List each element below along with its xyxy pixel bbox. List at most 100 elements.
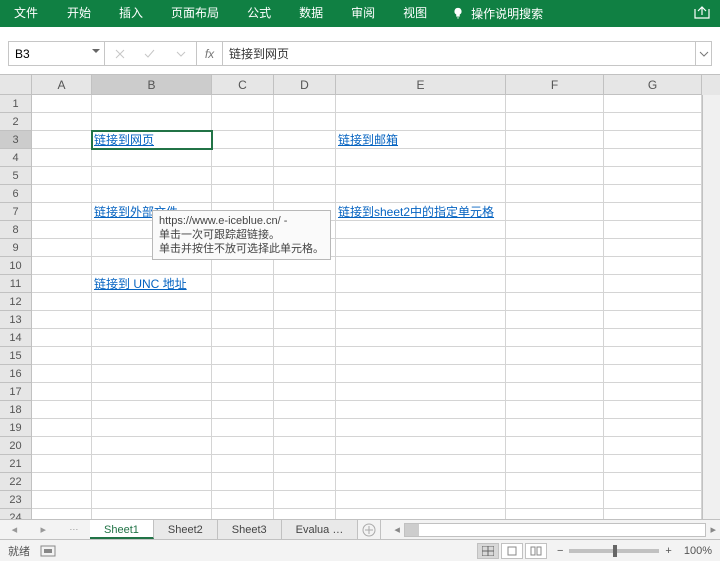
cell-G6[interactable]: [604, 185, 702, 203]
cell-G21[interactable]: [604, 455, 702, 473]
cell-F22[interactable]: [506, 473, 604, 491]
cell-G14[interactable]: [604, 329, 702, 347]
row-header[interactable]: 8: [0, 221, 32, 239]
cell-B2[interactable]: [92, 113, 212, 131]
cell-B22[interactable]: [92, 473, 212, 491]
cell-E24[interactable]: [336, 509, 506, 519]
cell-B1[interactable]: [92, 95, 212, 113]
cell-E11[interactable]: [336, 275, 506, 293]
ribbon-tab-数据[interactable]: 数据: [285, 0, 337, 27]
cell-F8[interactable]: [506, 221, 604, 239]
ribbon-tab-文件[interactable]: 文件: [0, 0, 52, 27]
column-header-A[interactable]: A: [32, 75, 92, 95]
cell-G15[interactable]: [604, 347, 702, 365]
sheet-tab-Evalua …[interactable]: Evalua …: [282, 520, 359, 539]
cell-C21[interactable]: [212, 455, 274, 473]
cell-D24[interactable]: [274, 509, 336, 519]
cell-D2[interactable]: [274, 113, 336, 131]
cell-F11[interactable]: [506, 275, 604, 293]
cell-A24[interactable]: [32, 509, 92, 519]
cell-E7[interactable]: 链接到sheet2中的指定单元格: [336, 203, 506, 221]
cancel-icon[interactable]: [115, 49, 125, 59]
cell-C14[interactable]: [212, 329, 274, 347]
row-header[interactable]: 3: [0, 131, 32, 149]
hyperlink[interactable]: 链接到邮箱: [338, 133, 398, 147]
cell-D14[interactable]: [274, 329, 336, 347]
cell-F12[interactable]: [506, 293, 604, 311]
cell-A16[interactable]: [32, 365, 92, 383]
cell-D11[interactable]: [274, 275, 336, 293]
cell-C2[interactable]: [212, 113, 274, 131]
nav-prev-icon[interactable]: ◂: [12, 523, 18, 536]
cell-E13[interactable]: [336, 311, 506, 329]
scroll-right-icon[interactable]: ▸: [710, 523, 716, 536]
cell-E3[interactable]: 链接到邮箱: [336, 131, 506, 149]
cell-B6[interactable]: [92, 185, 212, 203]
cell-A2[interactable]: [32, 113, 92, 131]
row-header[interactable]: 22: [0, 473, 32, 491]
sheet-tab-Sheet3[interactable]: Sheet3: [218, 520, 282, 539]
cell-F20[interactable]: [506, 437, 604, 455]
cell-F24[interactable]: [506, 509, 604, 519]
row-header[interactable]: 20: [0, 437, 32, 455]
cell-C24[interactable]: [212, 509, 274, 519]
scroll-thumb[interactable]: [405, 524, 419, 536]
ribbon-tab-审阅[interactable]: 审阅: [337, 0, 389, 27]
cell-A4[interactable]: [32, 149, 92, 167]
cell-F23[interactable]: [506, 491, 604, 509]
row-header[interactable]: 4: [0, 149, 32, 167]
cell-C17[interactable]: [212, 383, 274, 401]
row-header[interactable]: 15: [0, 347, 32, 365]
cell-B24[interactable]: [92, 509, 212, 519]
cell-C16[interactable]: [212, 365, 274, 383]
cell-G22[interactable]: [604, 473, 702, 491]
cell-A8[interactable]: [32, 221, 92, 239]
cell-G13[interactable]: [604, 311, 702, 329]
cell-D22[interactable]: [274, 473, 336, 491]
ribbon-tab-页面布局[interactable]: 页面布局: [157, 0, 233, 27]
cell-E14[interactable]: [336, 329, 506, 347]
row-header[interactable]: 11: [0, 275, 32, 293]
cell-A20[interactable]: [32, 437, 92, 455]
cell-D6[interactable]: [274, 185, 336, 203]
cell-E12[interactable]: [336, 293, 506, 311]
row-header[interactable]: 10: [0, 257, 32, 275]
row-header[interactable]: 12: [0, 293, 32, 311]
row-header[interactable]: 17: [0, 383, 32, 401]
cell-F6[interactable]: [506, 185, 604, 203]
ribbon-tab-插入[interactable]: 插入: [105, 0, 157, 27]
cell-A11[interactable]: [32, 275, 92, 293]
cell-F5[interactable]: [506, 167, 604, 185]
cell-C5[interactable]: [212, 167, 274, 185]
cell-A9[interactable]: [32, 239, 92, 257]
hyperlink[interactable]: 链接到sheet2中的指定单元格: [338, 205, 494, 219]
cell-E22[interactable]: [336, 473, 506, 491]
cell-F17[interactable]: [506, 383, 604, 401]
scroll-track[interactable]: [404, 523, 707, 537]
column-header-C[interactable]: C: [212, 75, 274, 95]
cell-E4[interactable]: [336, 149, 506, 167]
cell-G3[interactable]: [604, 131, 702, 149]
expand-formula-bar[interactable]: [695, 42, 711, 65]
cell-D19[interactable]: [274, 419, 336, 437]
row-header[interactable]: 13: [0, 311, 32, 329]
cell-F1[interactable]: [506, 95, 604, 113]
cell-E9[interactable]: [336, 239, 506, 257]
hyperlink[interactable]: 链接到网页: [94, 133, 154, 147]
cell-A21[interactable]: [32, 455, 92, 473]
cell-E1[interactable]: [336, 95, 506, 113]
cell-A23[interactable]: [32, 491, 92, 509]
cell-A18[interactable]: [32, 401, 92, 419]
cell-G23[interactable]: [604, 491, 702, 509]
cell-B5[interactable]: [92, 167, 212, 185]
cell-A1[interactable]: [32, 95, 92, 113]
zoom-slider[interactable]: [569, 549, 659, 553]
macro-icon[interactable]: [40, 545, 58, 557]
cell-C22[interactable]: [212, 473, 274, 491]
cell-F16[interactable]: [506, 365, 604, 383]
cell-G18[interactable]: [604, 401, 702, 419]
zoom-in-button[interactable]: +: [665, 545, 671, 557]
cell-B3[interactable]: 链接到网页: [92, 131, 212, 149]
cell-D13[interactable]: [274, 311, 336, 329]
cell-G7[interactable]: [604, 203, 702, 221]
